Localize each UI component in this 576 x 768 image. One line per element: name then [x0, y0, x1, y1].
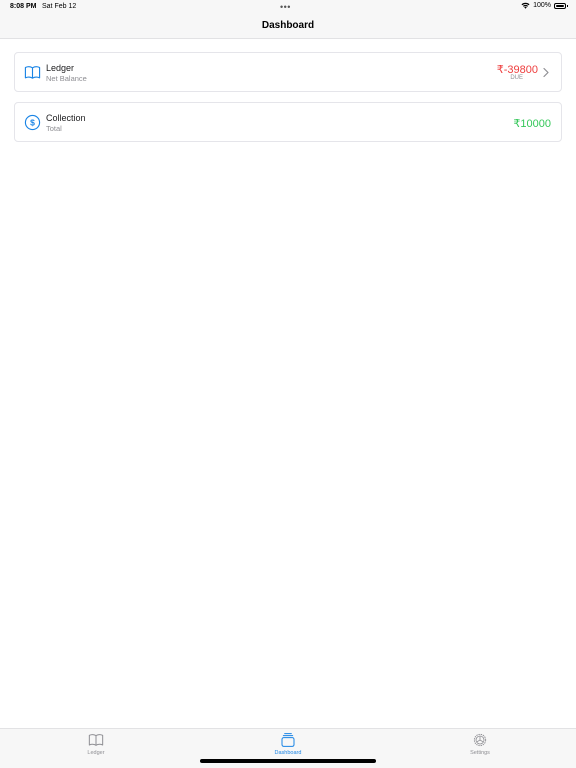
page-title: Dashboard	[261, 20, 315, 31]
tab-settings-label: Settings	[470, 750, 490, 756]
tab-settings[interactable]: Settings	[450, 732, 510, 758]
dollar-circle-icon: $	[24, 114, 41, 131]
tab-ledger[interactable]: Ledger	[66, 732, 126, 758]
ledger-subtitle: Net Balance	[46, 74, 87, 83]
home-indicator[interactable]	[200, 759, 376, 763]
gear-icon	[473, 733, 487, 747]
battery-percent: 100%	[533, 2, 551, 9]
status-time: 8:08 PM	[10, 3, 37, 10]
tab-ledger-label: Ledger	[87, 750, 105, 756]
ledger-status: DUE	[510, 75, 523, 81]
status-indicators: 100%	[521, 2, 568, 9]
collection-amount: ₹10000	[513, 118, 551, 130]
stack-icon	[281, 733, 295, 747]
tab-dashboard-label: Dashboard	[274, 750, 302, 756]
wifi-icon	[521, 2, 530, 9]
dashboard-screen: 8:08 PM Sat Feb 12 ••• 100% Dashboard Le…	[0, 0, 576, 768]
chevron-right-icon	[543, 67, 549, 78]
multitasking-dots-icon[interactable]: •••	[280, 2, 291, 12]
svg-text:$: $	[30, 118, 35, 128]
navigation-bar: Dashboard	[0, 14, 576, 39]
collection-title: Collection	[46, 113, 86, 123]
battery-icon	[554, 2, 568, 9]
tab-dashboard[interactable]: Dashboard	[258, 732, 318, 758]
book-icon	[88, 734, 104, 746]
status-date: Sat Feb 12	[42, 3, 77, 10]
book-icon	[24, 66, 41, 79]
collection-subtitle: Total	[46, 124, 62, 133]
ledger-title: Ledger	[46, 63, 75, 73]
status-bar: 8:08 PM Sat Feb 12 ••• 100%	[0, 0, 576, 14]
collection-card[interactable]: $ Collection Total ₹10000	[14, 102, 562, 142]
ledger-card[interactable]: Ledger Net Balance ₹-39800 DUE	[14, 52, 562, 92]
